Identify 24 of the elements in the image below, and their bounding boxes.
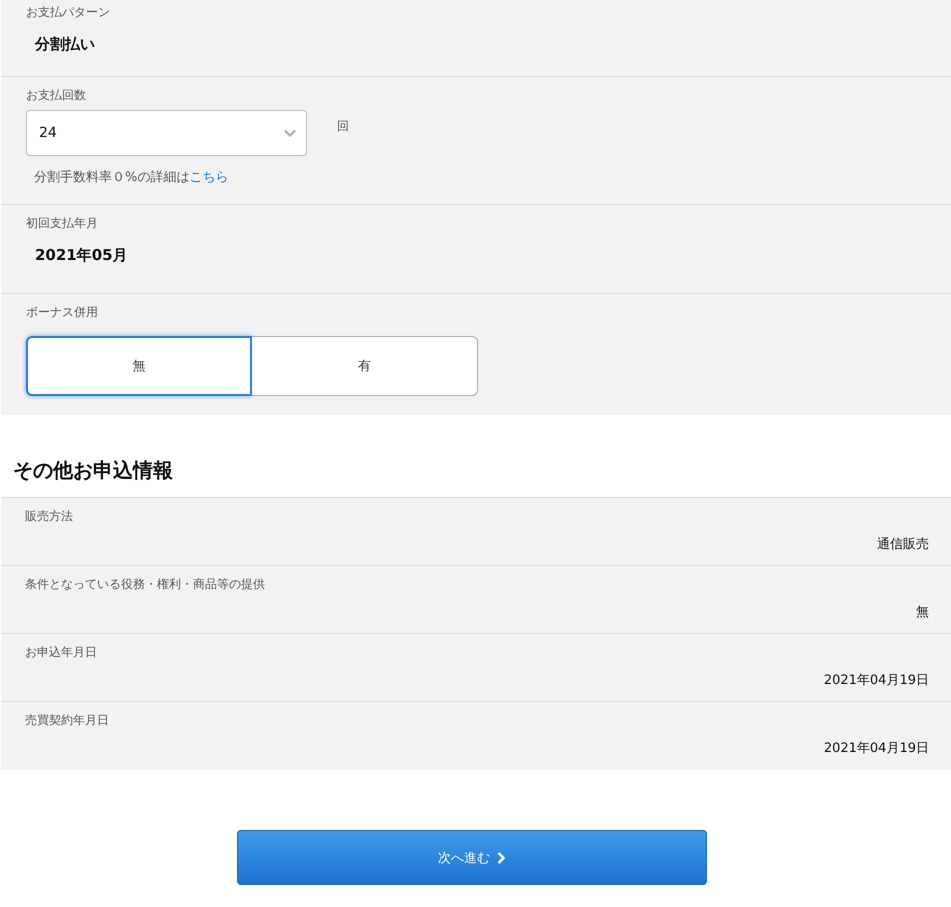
fee-note: 分割手数料率０%の詳細はこちら [34,169,230,186]
chevron-down-icon [284,129,296,137]
field-value: 2021年05月 [35,246,129,265]
field-label: お支払パターン [26,4,111,20]
field-label: 売買契約年月日 [25,712,110,728]
field-label: お申込年月日 [25,644,98,660]
field-value: 2021年04月19日 [822,672,929,689]
field-label: お支払回数 [26,87,87,103]
details-link[interactable]: こちら [189,170,228,185]
field-value: 分割払い [35,35,96,54]
field-label: ボーナス併用 [26,304,99,320]
bonus-option[interactable]: 無 [26,336,252,396]
field-label: 販売方法 [25,508,74,524]
field-label: 初回支払年月 [26,215,99,231]
bonus-option[interactable]: 有 [252,336,478,396]
section-heading: その他お申込情報 [12,457,174,484]
field-value: 2021年04月19日 [822,740,929,757]
field-label: 条件となっている役務・権利・商品等の提供 [25,576,266,592]
chevron-right-icon [497,852,505,864]
next-button[interactable]: 次へ進む [236,830,706,885]
unit-label: 回 [337,118,349,135]
field-value: 無 [915,604,929,621]
installments-select[interactable]: 24 [26,110,307,156]
field-value: 通信販売 [876,536,929,553]
